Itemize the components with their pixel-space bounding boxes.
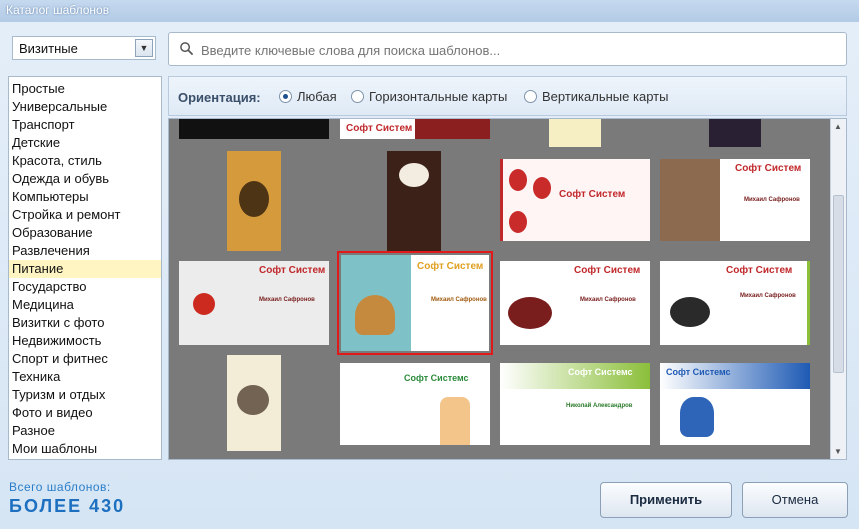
category-item[interactable]: Разное xyxy=(9,422,161,440)
template-card[interactable]: Софт Системс xyxy=(660,363,810,445)
template-card[interactable] xyxy=(227,355,281,451)
orientation-vertical-radio[interactable]: Вертикальные карты xyxy=(524,89,668,104)
category-item[interactable]: Универсальные xyxy=(9,98,161,116)
total-templates-label: Всего шаблонов: xyxy=(9,480,111,494)
category-item[interactable]: Фото и видео xyxy=(9,404,161,422)
category-item[interactable]: Компьютеры xyxy=(9,188,161,206)
chevron-down-icon[interactable]: ▼ xyxy=(135,39,153,57)
category-list[interactable]: Простые Универсальные Транспорт Детские Крас… xyxy=(8,76,162,460)
template-card[interactable] xyxy=(179,119,329,139)
scroll-down-icon[interactable]: ▼ xyxy=(834,447,842,456)
template-card[interactable]: Софт Систем xyxy=(500,159,650,241)
template-card[interactable]: Софт Систем Михаил Сафронов xyxy=(179,261,329,345)
search-icon xyxy=(180,42,194,56)
category-item[interactable]: Мои шаблоны xyxy=(9,440,161,458)
category-item[interactable]: Развлечения xyxy=(9,242,161,260)
search-input[interactable] xyxy=(201,40,821,60)
category-item[interactable]: Транспорт xyxy=(9,116,161,134)
window-title: Каталог шаблонов xyxy=(0,0,859,22)
category-item[interactable]: Красота, стиль xyxy=(9,152,161,170)
category-item[interactable]: Техника xyxy=(9,368,161,386)
category-item[interactable]: Простые xyxy=(9,80,161,98)
orientation-label: Ориентация: xyxy=(178,90,261,105)
gallery-scrollbar[interactable]: ▲ ▼ xyxy=(830,119,846,459)
template-type-value: Визитные xyxy=(19,41,78,56)
template-card[interactable] xyxy=(709,119,761,147)
orientation-bar: Ориентация: Любая Горизонтальные карты В… xyxy=(168,76,847,116)
category-item[interactable]: Туризм и отдых xyxy=(9,386,161,404)
template-type-select[interactable]: Визитные ▼ xyxy=(12,36,156,60)
template-gallery[interactable]: Софт Систем Софт Систем Софт Систем Миха… xyxy=(168,118,847,460)
radio-checked-icon xyxy=(279,90,292,103)
apply-button[interactable]: Применить xyxy=(600,482,732,518)
template-card[interactable] xyxy=(227,151,281,251)
template-card[interactable]: Софт Систем xyxy=(340,119,490,139)
category-item[interactable]: Визитки с фото xyxy=(9,314,161,332)
total-templates-value: БОЛЕЕ 430 xyxy=(9,496,126,516)
category-item[interactable]: Недвижимость xyxy=(9,332,161,350)
template-card[interactable]: Софт Системс xyxy=(340,363,490,445)
template-card[interactable] xyxy=(549,119,601,147)
category-item[interactable]: Спорт и фитнес xyxy=(9,350,161,368)
scroll-thumb[interactable] xyxy=(833,195,844,373)
category-item[interactable]: Образование xyxy=(9,224,161,242)
template-card-selected[interactable]: Софт Систем Михаил Сафронов xyxy=(337,251,493,355)
template-card[interactable]: Софт Систем Михаил Сафронов xyxy=(500,261,650,345)
template-card[interactable]: Софт Систем Михаил Сафронов xyxy=(660,261,810,345)
category-item[interactable]: Государство xyxy=(9,278,161,296)
category-item[interactable]: Питание xyxy=(9,260,161,278)
category-item[interactable]: Стройка и ремонт xyxy=(9,206,161,224)
orientation-horizontal-radio[interactable]: Горизонтальные карты xyxy=(351,89,507,104)
radio-icon xyxy=(524,90,537,103)
cancel-button[interactable]: Отмена xyxy=(742,482,848,518)
template-card[interactable]: Софт Систем Михаил Сафронов xyxy=(660,159,810,241)
category-item[interactable]: Одежда и обувь xyxy=(9,170,161,188)
template-card[interactable] xyxy=(387,151,441,251)
category-item[interactable]: Детские xyxy=(9,134,161,152)
orientation-any-radio[interactable]: Любая xyxy=(279,89,337,104)
radio-icon xyxy=(351,90,364,103)
search-box[interactable] xyxy=(168,32,847,66)
category-item[interactable]: Медицина xyxy=(9,296,161,314)
template-card[interactable]: Софт Системс Николай Александров xyxy=(500,363,650,445)
scroll-up-icon[interactable]: ▲ xyxy=(834,122,842,131)
